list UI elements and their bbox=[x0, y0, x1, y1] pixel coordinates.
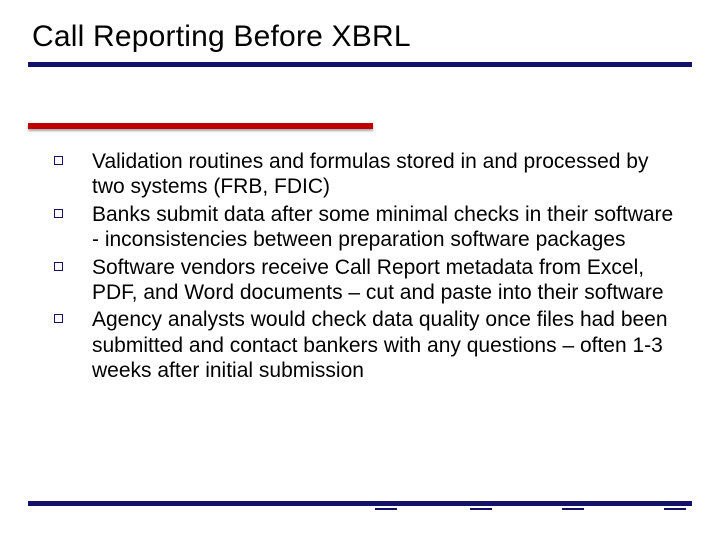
tick-icon bbox=[375, 508, 397, 510]
title-underline bbox=[28, 62, 692, 67]
accent-bar-wrap bbox=[28, 123, 692, 129]
footer-rule bbox=[28, 501, 692, 514]
list-item: Validation routines and formulas stored … bbox=[52, 149, 686, 200]
square-bullet-icon bbox=[54, 262, 63, 271]
tick-icon bbox=[470, 508, 492, 510]
tick-icon bbox=[562, 508, 584, 510]
tick-icon bbox=[664, 508, 686, 510]
slide: Call Reporting Before XBRL Validation ro… bbox=[0, 0, 720, 540]
bullet-list: Validation routines and formulas stored … bbox=[52, 149, 686, 384]
bullet-text: Agency analysts would check data quality… bbox=[92, 308, 668, 382]
accent-bar bbox=[28, 123, 373, 129]
list-item: Software vendors receive Call Report met… bbox=[52, 255, 686, 306]
square-bullet-icon bbox=[54, 156, 63, 165]
bullet-text: Banks submit data after some minimal che… bbox=[92, 203, 673, 251]
bullet-text: Software vendors receive Call Report met… bbox=[92, 256, 664, 304]
list-item: Banks submit data after some minimal che… bbox=[52, 202, 686, 253]
footer-line bbox=[28, 501, 692, 506]
bullet-text: Validation routines and formulas stored … bbox=[92, 150, 648, 198]
square-bullet-icon bbox=[54, 314, 63, 323]
list-item: Agency analysts would check data quality… bbox=[52, 307, 686, 383]
footer-ticks bbox=[28, 508, 692, 514]
square-bullet-icon bbox=[54, 209, 63, 218]
slide-title: Call Reporting Before XBRL bbox=[32, 20, 692, 54]
